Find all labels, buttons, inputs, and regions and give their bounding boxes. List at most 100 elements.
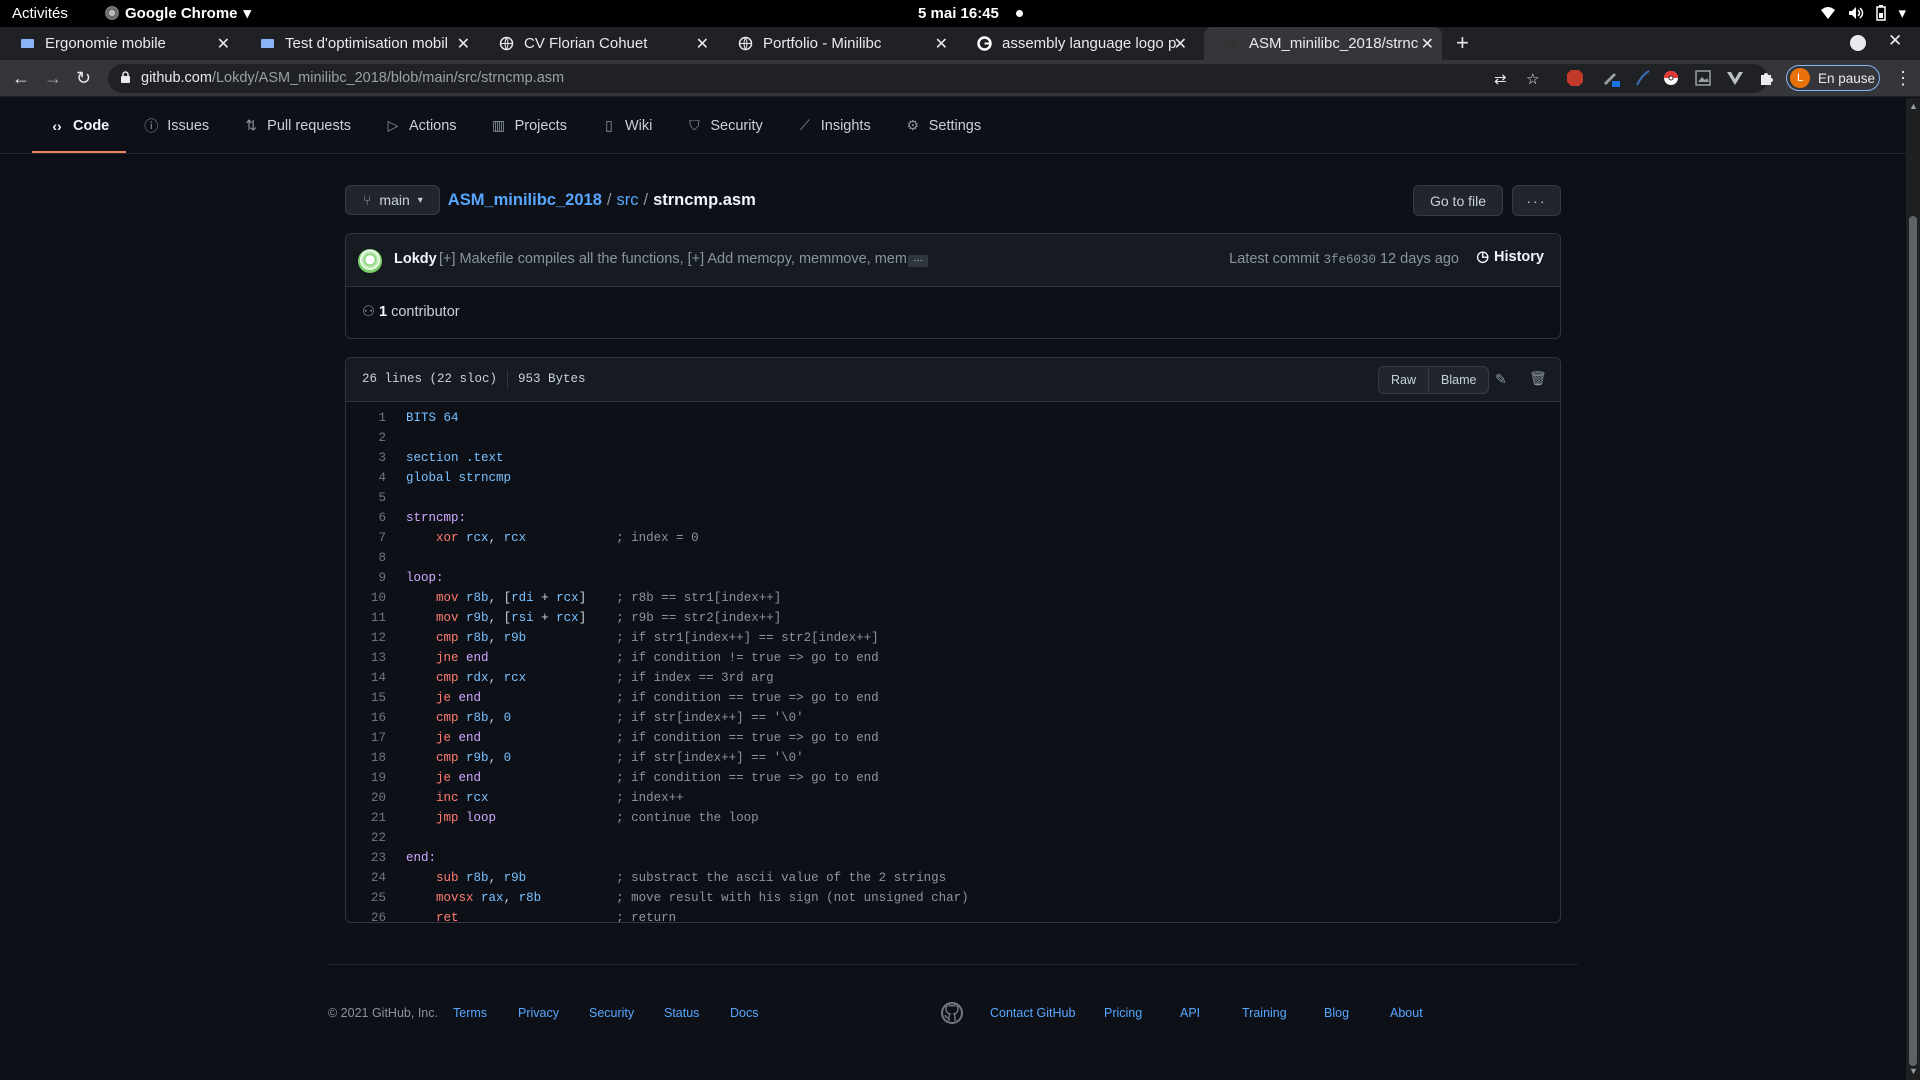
- scroll-up-arrow-icon[interactable]: ▲: [1909, 101, 1918, 111]
- page-scrollbar[interactable]: ▲ ▼: [1906, 98, 1920, 1080]
- footer-link-blog[interactable]: Blog: [1324, 1006, 1349, 1020]
- contributors-link[interactable]: ⚇ 1 contributor: [362, 304, 460, 320]
- footer-link-security[interactable]: Security: [589, 1006, 634, 1020]
- line-number[interactable]: 7: [346, 531, 386, 545]
- line-number[interactable]: 2: [346, 431, 386, 445]
- author-avatar[interactable]: [358, 249, 382, 273]
- tab-strncmp-active[interactable]: ASM_minilibc_2018/strnc ✕: [1204, 27, 1442, 60]
- footer-link-about[interactable]: About: [1390, 1006, 1423, 1020]
- expand-commit-message-button[interactable]: …: [908, 254, 928, 267]
- tab-security[interactable]: ⛉ Security: [669, 98, 779, 153]
- line-number[interactable]: 8: [346, 551, 386, 565]
- line-number[interactable]: 20: [346, 791, 386, 805]
- footer-link-contact-github[interactable]: Contact GitHub: [990, 1006, 1075, 1020]
- line-number[interactable]: 23: [346, 851, 386, 865]
- history-link[interactable]: ◷ History: [1476, 249, 1544, 265]
- line-number[interactable]: 13: [346, 651, 386, 665]
- clock[interactable]: 5 mai 16:45: [918, 5, 999, 22]
- tab-assembly-logo[interactable]: assembly language logo p ✕: [957, 27, 1195, 60]
- feather-extension-icon[interactable]: [1634, 69, 1652, 87]
- scroll-down-arrow-icon[interactable]: ▼: [1909, 1066, 1918, 1076]
- address-bar[interactable]: github.com/Lokdy/ASM_minilibc_2018/blob/…: [108, 64, 1768, 93]
- line-number[interactable]: 22: [346, 831, 386, 845]
- line-number[interactable]: 19: [346, 771, 386, 785]
- footer-link-api[interactable]: API: [1180, 1006, 1200, 1020]
- pokeball-extension-icon[interactable]: [1662, 69, 1680, 87]
- tab-wiki[interactable]: ▯ Wiki: [584, 98, 669, 153]
- line-number[interactable]: 15: [346, 691, 386, 705]
- profile-button[interactable]: L En pause: [1786, 65, 1880, 91]
- close-icon[interactable]: ✕: [457, 34, 470, 54]
- tab-pull-requests[interactable]: ⇅ Pull requests: [226, 98, 368, 153]
- back-arrow-icon[interactable]: ←: [12, 68, 30, 89]
- line-number[interactable]: 12: [346, 631, 386, 645]
- blame-button[interactable]: Blame: [1428, 367, 1488, 393]
- close-icon[interactable]: ✕: [935, 34, 948, 54]
- reload-icon[interactable]: ↻: [76, 68, 91, 89]
- github-logo-icon[interactable]: [940, 1001, 964, 1025]
- breadcrumb-dir-link[interactable]: src: [616, 191, 638, 209]
- footer-link-training[interactable]: Training: [1242, 1006, 1287, 1020]
- system-tray[interactable]: ▾: [1820, 4, 1906, 22]
- branch-select-button[interactable]: ⑂ main ▾: [345, 185, 440, 215]
- line-number[interactable]: 17: [346, 731, 386, 745]
- line-number[interactable]: 3: [346, 451, 386, 465]
- line-number[interactable]: 6: [346, 511, 386, 525]
- commit-author[interactable]: Lokdy: [394, 251, 437, 267]
- tab-actions[interactable]: ▷ Actions: [368, 98, 474, 153]
- footer-link-terms[interactable]: Terms: [453, 1006, 487, 1020]
- tab-code[interactable]: ‹› Code: [32, 98, 127, 153]
- line-number[interactable]: 11: [346, 611, 386, 625]
- tab-portfolio-minilibc[interactable]: Portfolio - Minilibc ✕: [718, 27, 956, 60]
- translate-icon[interactable]: ⇄: [1494, 70, 1507, 88]
- line-number[interactable]: 16: [346, 711, 386, 725]
- line-number[interactable]: 18: [346, 751, 386, 765]
- tab-projects[interactable]: ▥ Projects: [474, 98, 584, 153]
- line-number[interactable]: 5: [346, 491, 386, 505]
- close-icon[interactable]: ✕: [696, 34, 709, 54]
- new-tab-button[interactable]: +: [1456, 30, 1469, 56]
- star-icon[interactable]: ☆: [1526, 70, 1539, 88]
- breadcrumb-repo-link[interactable]: ASM_minilibc_2018: [448, 191, 602, 209]
- adblock-extension-icon[interactable]: [1566, 69, 1584, 87]
- puzzle-extensions-icon[interactable]: [1758, 69, 1776, 87]
- raw-button[interactable]: Raw: [1379, 367, 1428, 393]
- tab-test-optimisation[interactable]: Test d'optimisation mobil ✕: [240, 27, 478, 60]
- tab-cv-florian[interactable]: CV Florian Cohuet ✕: [479, 27, 717, 60]
- forward-arrow-icon[interactable]: →: [44, 68, 62, 89]
- line-number[interactable]: 25: [346, 891, 386, 905]
- line-number[interactable]: 9: [346, 571, 386, 585]
- trash-icon[interactable]: 🗑: [1529, 370, 1547, 387]
- line-number[interactable]: 4: [346, 471, 386, 485]
- footer-link-docs[interactable]: Docs: [730, 1006, 758, 1020]
- commit-message[interactable]: [+] Makefile compiles all the functions,…: [439, 251, 921, 267]
- line-number[interactable]: 24: [346, 871, 386, 885]
- close-icon[interactable]: ✕: [1174, 34, 1187, 54]
- go-to-file-button[interactable]: Go to file: [1413, 185, 1503, 216]
- close-icon[interactable]: ✕: [1421, 34, 1434, 54]
- pencil-icon[interactable]: ✎: [1495, 371, 1507, 388]
- commit-sha-link[interactable]: 3fe6030: [1323, 253, 1376, 267]
- tab-settings[interactable]: ⚙ Settings: [888, 98, 998, 153]
- activities-button[interactable]: Activités: [12, 5, 68, 22]
- app-menu[interactable]: Google Chrome ▾: [105, 4, 251, 22]
- scrollbar-thumb[interactable]: [1909, 216, 1917, 1066]
- window-close-icon[interactable]: ✕: [1888, 31, 1902, 51]
- vue-extension-icon[interactable]: [1726, 69, 1744, 87]
- tab-search-icon[interactable]: [1850, 35, 1866, 51]
- footer-link-status[interactable]: Status: [664, 1006, 699, 1020]
- pen-extension-icon[interactable]: [1602, 69, 1620, 87]
- close-icon[interactable]: ✕: [217, 34, 230, 54]
- image-extension-icon[interactable]: [1694, 69, 1712, 87]
- more-options-button[interactable]: ···: [1512, 185, 1561, 216]
- tab-ergonomie-mobile[interactable]: Ergonomie mobile ✕: [0, 27, 238, 60]
- line-number[interactable]: 1: [346, 411, 386, 425]
- line-number[interactable]: 21: [346, 811, 386, 825]
- tab-insights[interactable]: ⟋ Insights: [780, 98, 888, 153]
- tab-issues[interactable]: ⓘ Issues: [126, 98, 226, 153]
- line-number[interactable]: 14: [346, 671, 386, 685]
- line-number[interactable]: 26: [346, 911, 386, 922]
- footer-link-pricing[interactable]: Pricing: [1104, 1006, 1142, 1020]
- footer-link-privacy[interactable]: Privacy: [518, 1006, 559, 1020]
- chrome-menu-icon[interactable]: ⋮: [1894, 68, 1912, 89]
